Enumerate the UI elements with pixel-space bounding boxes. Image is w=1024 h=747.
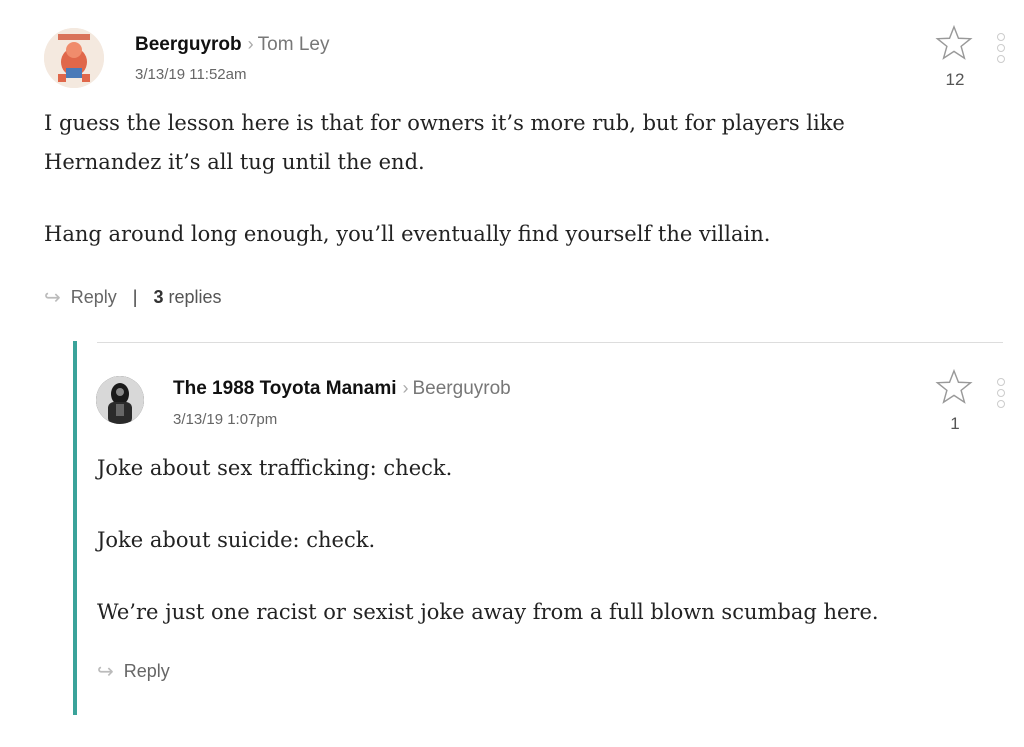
star-icon[interactable] [935, 368, 973, 406]
comment-header: Beerguyrob › Tom Ley [135, 34, 329, 56]
more-options-icon[interactable] [997, 378, 1009, 411]
separator: | [132, 287, 138, 307]
comment-header: The 1988 Toyota Manami › Beerguyrob [173, 378, 511, 400]
avatar[interactable] [44, 28, 104, 88]
comment-actions: ↪ Reply | 3 replies [44, 285, 222, 310]
author-name[interactable]: Beerguyrob [135, 34, 242, 55]
author-name[interactable]: The 1988 Toyota Manami [173, 378, 397, 399]
reply-arrow-icon: ↪ [97, 661, 114, 683]
reply-button[interactable]: Reply [71, 287, 117, 308]
reply-arrow-icon: ↪ [44, 287, 61, 309]
replies-count: 3 [153, 287, 164, 307]
replies-toggle[interactable]: 3 replies [153, 287, 221, 308]
comment-body: Joke about sex trafficking: check. Joke … [97, 449, 977, 632]
comment-paragraph: Joke about suicide: check. [97, 528, 376, 552]
reply-button[interactable]: Reply [124, 661, 170, 682]
star-count: 12 [945, 70, 965, 89]
comment-paragraph: We’re just one racist or sexist joke awa… [97, 600, 879, 624]
star-icon[interactable] [935, 24, 973, 62]
timestamp[interactable]: 3/13/19 1:07pm [173, 411, 277, 428]
chevron-right-icon: › [402, 378, 409, 398]
avatar-image [96, 376, 144, 424]
comment-paragraph: Joke about sex trafficking: check. [97, 456, 453, 480]
timestamp[interactable]: 3/13/19 11:52am [135, 66, 246, 83]
avatar-image [44, 28, 104, 88]
comment: Beerguyrob › Tom Ley 3/13/19 11:52am 12 I … [0, 0, 1024, 330]
comment-paragraph: Hang around long enough, you’ll eventual… [44, 222, 771, 246]
replies-label: replies [168, 287, 222, 307]
reply-comment: The 1988 Toyota Manami › Beerguyrob 3/13/1… [0, 343, 1024, 743]
reply-to-name[interactable]: Beerguyrob [413, 378, 511, 399]
avatar[interactable] [96, 376, 144, 424]
reply-to-name[interactable]: Tom Ley [258, 34, 330, 55]
comment-actions: ↪ Reply [97, 659, 170, 684]
comment-body: I guess the lesson here is that for owne… [44, 104, 924, 254]
more-options-icon[interactable] [997, 33, 1009, 66]
comment-paragraph: I guess the lesson here is that for owne… [44, 111, 845, 174]
star-count: 1 [950, 414, 960, 433]
chevron-right-icon: › [247, 34, 254, 54]
